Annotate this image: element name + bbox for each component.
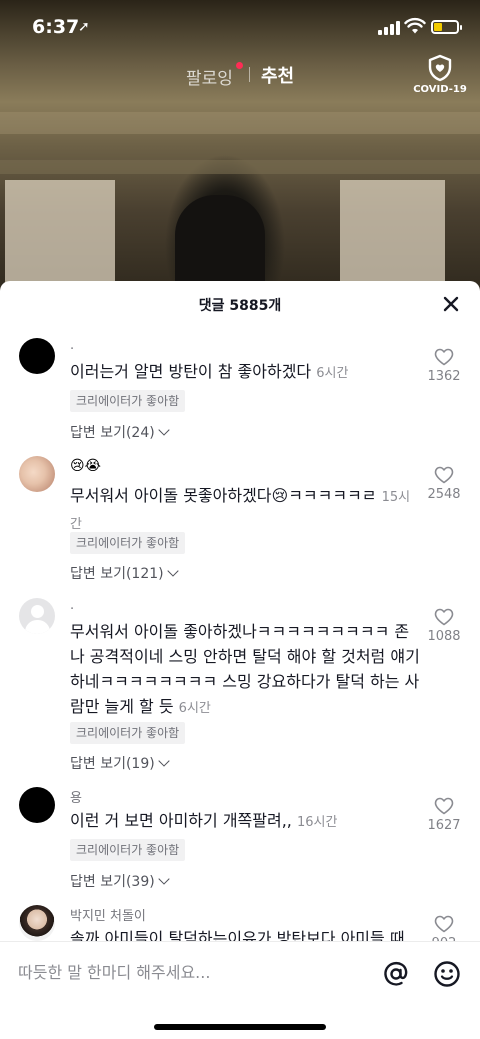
video-background[interactable] — [0, 0, 480, 300]
emoji-icon[interactable] — [433, 960, 461, 988]
avatar[interactable] — [19, 456, 55, 492]
comment-username[interactable]: . — [70, 598, 74, 613]
comment-username[interactable]: 박지민 처돌이 — [70, 905, 146, 924]
like-count: 1088 — [427, 629, 461, 644]
avatar[interactable] — [19, 905, 55, 941]
view-replies-button[interactable]: 답변 보기(19) — [70, 753, 170, 773]
heart-icon — [434, 348, 454, 366]
tab-following[interactable]: 팔로잉 — [186, 64, 233, 89]
view-replies-button[interactable]: 답변 보기(39) — [70, 871, 170, 891]
comment-count-title: 댓글 5885개 — [198, 298, 282, 314]
view-replies-label: 답변 보기(24) — [70, 425, 155, 441]
creator-liked-badge: 크리에이터가 좋아함 — [70, 839, 186, 861]
default-avatar-icon — [25, 620, 50, 634]
avatar[interactable] — [19, 338, 55, 374]
comment-body: 이러는거 알면 방탄이 참 좋아하겠다 — [70, 362, 312, 381]
like-count: 2548 — [427, 487, 461, 502]
like-button[interactable]: 2548 — [424, 466, 464, 502]
comment-input[interactable] — [18, 958, 358, 986]
view-replies-label: 답변 보기(39) — [70, 874, 155, 890]
comment-body: 이런 거 보면 아미하기 개쪽팔려,, — [70, 811, 292, 830]
heart-icon — [434, 466, 454, 484]
mention-icon[interactable] — [382, 960, 410, 988]
battery-icon — [431, 20, 462, 34]
wifi-icon — [404, 17, 426, 34]
tab-recommended[interactable]: 추천 — [261, 62, 294, 88]
close-icon[interactable] — [440, 293, 462, 315]
home-indicator[interactable] — [154, 1024, 326, 1030]
video-door-panel — [5, 180, 115, 290]
avatar[interactable] — [19, 598, 55, 634]
view-replies-button[interactable]: 답변 보기(24) — [70, 422, 170, 442]
view-replies-button[interactable]: 답변 보기(121) — [70, 563, 179, 583]
status-bar: 6:37 ➚ — [0, 16, 480, 42]
comment-sheet: 댓글 5885개 . 이러는거 알면 방탄이 참 좋아하겠다 6시간 크리에이터… — [0, 281, 480, 1039]
comment-body: 무서워서 아이돌 좋아하겠나ㅋㅋㅋㅋㅋㅋㅋㅋㅋ 존나 공격적이네 스밍 안하면 … — [70, 622, 420, 716]
comment-text: 이러는거 알면 방탄이 참 좋아하겠다 6시간 — [70, 359, 422, 386]
like-button[interactable]: 1362 — [424, 348, 464, 384]
status-time: 6:37 — [32, 16, 80, 38]
creator-liked-badge: 크리에이터가 좋아함 — [70, 722, 186, 744]
comment-username[interactable]: 😢😭 — [70, 458, 101, 474]
video-door-panel — [340, 180, 445, 290]
tab-divider — [249, 67, 250, 82]
heart-icon — [434, 797, 454, 815]
view-replies-label: 답변 보기(19) — [70, 756, 155, 772]
comment-time: 6시간 — [316, 366, 349, 381]
cellular-signal-icon — [378, 21, 400, 35]
location-arrow-icon: ➚ — [78, 19, 90, 35]
like-count: 1627 — [427, 818, 461, 833]
comment-body: 무서워서 아이돌 못좋아하겠다😢ㅋㅋㅋㅋㅋㄹ — [70, 486, 377, 505]
notification-dot — [236, 62, 243, 69]
video-beam — [0, 160, 480, 174]
comment-text: 무서워서 아이돌 좋아하겠나ㅋㅋㅋㅋㅋㅋㅋㅋㅋ 존나 공격적이네 스밍 안하면 … — [70, 619, 422, 721]
shield-heart-icon — [428, 54, 452, 82]
video-beam — [0, 112, 480, 134]
chevron-down-icon — [158, 424, 170, 436]
like-button[interactable]: 1088 — [424, 608, 464, 644]
creator-liked-badge: 크리에이터가 좋아함 — [70, 532, 186, 554]
like-button[interactable]: 1627 — [424, 797, 464, 833]
covid-button[interactable]: COVID-19 — [412, 54, 468, 95]
chevron-down-icon — [158, 873, 170, 885]
covid-label: COVID-19 — [413, 84, 467, 95]
comment-input-bar — [0, 941, 480, 1039]
comment-username[interactable]: . — [70, 338, 74, 353]
chevron-down-icon — [166, 565, 179, 577]
comment-time: 6시간 — [178, 701, 211, 716]
creator-liked-badge: 크리에이터가 좋아함 — [70, 390, 186, 412]
heart-icon — [434, 915, 454, 933]
heart-icon — [434, 608, 454, 626]
comment-text: 무서워서 아이돌 못좋아하겠다😢ㅋㅋㅋㅋㅋㄹ 15시간 — [70, 483, 422, 537]
comment-username[interactable]: 용 — [70, 787, 82, 806]
chevron-down-icon — [158, 755, 170, 767]
comment-time: 16시간 — [296, 815, 338, 830]
comment-text: 이런 거 보면 아미하기 개쪽팔려,, 16시간 — [70, 808, 422, 835]
default-avatar-icon — [31, 605, 44, 618]
avatar[interactable] — [19, 787, 55, 823]
like-count: 1362 — [427, 369, 461, 384]
view-replies-label: 답변 보기(121) — [70, 566, 164, 582]
